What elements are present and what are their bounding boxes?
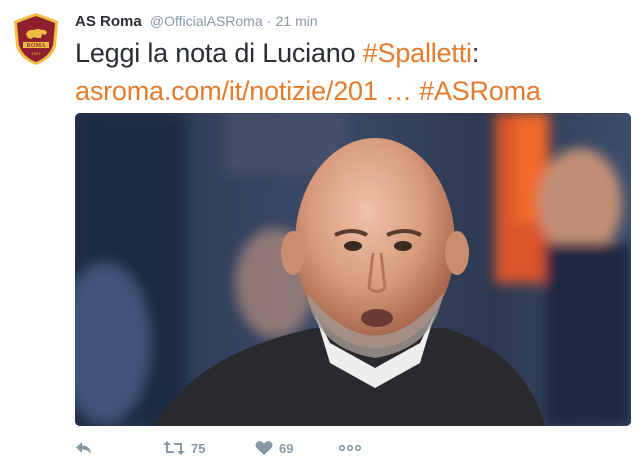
retweet-icon <box>163 441 185 455</box>
tweet-text-body: Leggi la nota di Luciano <box>75 38 363 68</box>
retweet-count: 75 <box>191 440 206 456</box>
tweet-text-colon: : <box>471 38 480 68</box>
as-roma-crest-icon: ROMA 1927 <box>14 13 58 65</box>
avatar[interactable]: ROMA 1927 <box>12 12 60 66</box>
more-icon <box>339 445 361 451</box>
tweet-timestamp[interactable]: 21 min <box>276 13 318 29</box>
meta-separator: · <box>266 13 272 29</box>
tweet-photo[interactable] <box>75 113 631 426</box>
hashtag-asroma[interactable]: #ASRoma <box>419 76 541 106</box>
tweet-header: AS Roma @OfficialASRoma · 21 min <box>75 11 318 31</box>
crest-year: 1927 <box>32 51 42 56</box>
tweet-link[interactable]: asroma.com/it/notizie/201 … <box>75 76 412 106</box>
hashtag-spalletti[interactable]: #Spalletti <box>363 38 472 68</box>
tweet-text: Leggi la nota di Luciano #Spalletti: asr… <box>75 34 635 110</box>
reply-icon <box>76 442 91 454</box>
more-button[interactable] <box>339 436 361 460</box>
retweet-button[interactable]: 75 <box>163 436 205 460</box>
like-button[interactable]: 69 <box>255 436 293 460</box>
author-name[interactable]: AS Roma <box>75 13 142 30</box>
tweet-card: ROMA 1927 AS Roma @OfficialASRoma · 21 m… <box>0 0 644 469</box>
like-count: 69 <box>279 440 294 456</box>
tweet-actions: 75 69 <box>75 436 475 460</box>
crest-text: ROMA <box>27 43 47 49</box>
author-handle[interactable]: @OfficialASRoma <box>150 13 263 29</box>
photo-image <box>75 113 631 426</box>
reply-button[interactable] <box>75 436 93 460</box>
heart-icon <box>255 441 273 455</box>
